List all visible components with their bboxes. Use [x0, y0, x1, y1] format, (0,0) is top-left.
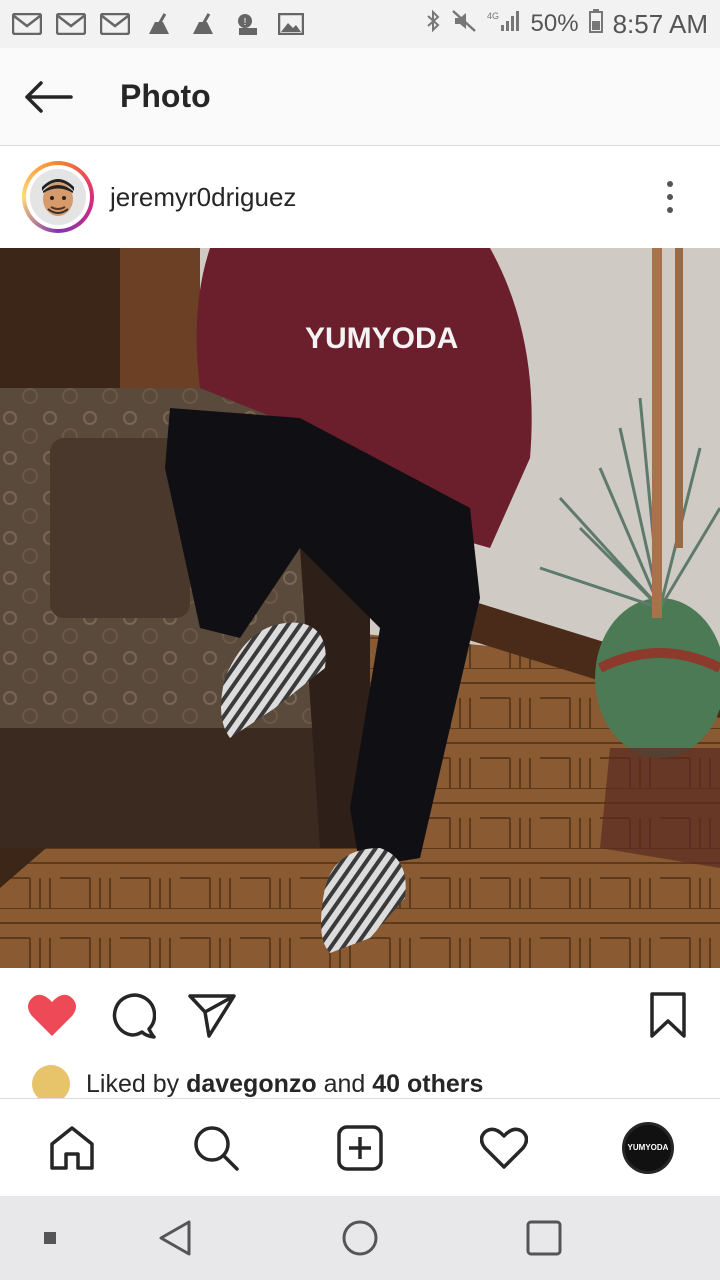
cleaner-icon [188, 12, 218, 36]
system-nav-bar [0, 1196, 720, 1280]
comment-icon [112, 993, 156, 1039]
likes-others[interactable]: 40 others [372, 1070, 483, 1099]
app-bar: Photo [0, 48, 720, 146]
post-header: jeremyr0driguez [0, 146, 720, 248]
notification-icons: ! [12, 12, 306, 36]
triangle-back-icon [159, 1220, 191, 1256]
gallery-icon [276, 12, 306, 36]
nav-search-button[interactable] [176, 1108, 256, 1188]
square-recents-icon [526, 1220, 562, 1256]
more-vertical-icon [667, 181, 673, 213]
nav-dot [44, 1232, 56, 1244]
back-button[interactable] [0, 48, 96, 146]
heart-outline-icon [480, 1127, 528, 1169]
liker-username[interactable]: davegonzo [186, 1070, 317, 1099]
like-button[interactable] [24, 987, 80, 1043]
signal-icon: 4G [487, 9, 521, 40]
share-button[interactable] [184, 987, 240, 1043]
nav-profile-button[interactable]: YUMYODA [608, 1108, 688, 1188]
bluetooth-icon [425, 9, 441, 40]
status-bar: ! 4G 50% 8:57 AM [0, 0, 720, 48]
nav-home-button[interactable] [32, 1108, 112, 1188]
circle-home-icon [342, 1220, 378, 1256]
save-button[interactable] [646, 987, 690, 1043]
send-icon [188, 994, 236, 1038]
story-ring[interactable] [22, 161, 94, 233]
photo-illustration: YUMYODA [0, 248, 720, 968]
bottom-nav: YUMYODA [0, 1098, 720, 1196]
post-photo[interactable]: YUMYODA [0, 248, 720, 968]
page-title: Photo [120, 78, 211, 114]
arrow-left-icon [25, 80, 73, 113]
nav-activity-button[interactable] [464, 1108, 544, 1188]
bookmark-icon [650, 992, 686, 1038]
clock: 8:57 AM [612, 8, 708, 39]
system-status: 4G 50% 8:57 AM [425, 8, 708, 40]
more-options-button[interactable] [650, 167, 690, 227]
mute-icon [451, 9, 477, 40]
battery-icon [588, 8, 603, 40]
battery-percent: 50% [530, 10, 579, 37]
svg-text:4G: 4G [487, 11, 499, 21]
comment-button[interactable] [104, 987, 160, 1043]
gmail-icon [12, 12, 42, 36]
robot-icon: ! [232, 12, 262, 36]
profile-avatar: YUMYODA [622, 1121, 674, 1174]
post-username[interactable]: jeremyr0driguez [110, 182, 296, 213]
gmail-icon [100, 12, 130, 36]
nav-new-post-button[interactable] [320, 1108, 400, 1188]
hoodie-logo: YUMYODA [305, 322, 458, 355]
gmail-icon [56, 12, 86, 36]
likes-prefix: Liked by [86, 1069, 187, 1098]
avatar [30, 169, 86, 225]
system-back-button[interactable] [150, 1216, 200, 1260]
search-icon [194, 1125, 239, 1171]
svg-text:!: ! [244, 17, 247, 28]
home-icon [50, 1125, 94, 1170]
system-recents-button[interactable] [520, 1214, 568, 1262]
system-home-button[interactable] [336, 1214, 384, 1262]
post-actions [0, 970, 720, 1060]
add-post-icon [337, 1124, 383, 1171]
heart-filled-icon [28, 994, 76, 1036]
likes-middle: and [316, 1069, 373, 1098]
cleaner-icon [144, 12, 174, 36]
